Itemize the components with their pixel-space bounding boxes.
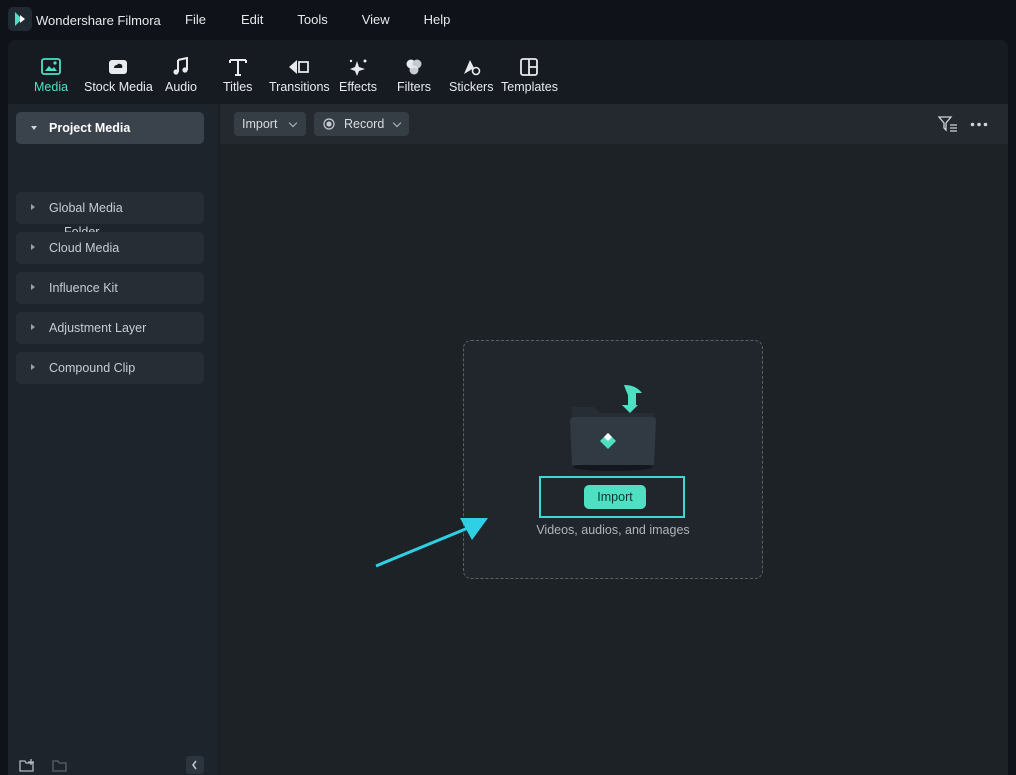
import-dropzone[interactable]: Import Videos, audios, and images: [463, 340, 763, 579]
sidebar: Project Media Folder Global Media Cloud …: [8, 104, 218, 775]
tab-filters[interactable]: Filters: [397, 57, 431, 94]
tab-effects-label: Effects: [339, 80, 377, 94]
app-title: Wondershare Filmora: [36, 13, 161, 28]
chevron-down-icon: [392, 118, 402, 128]
stock-media-icon: [109, 60, 128, 74]
sidebar-item-label: Global Media: [49, 201, 123, 215]
chevron-right-icon: [31, 204, 35, 210]
sparkle-icon: [349, 59, 367, 76]
collapse-sidebar-button[interactable]: [186, 756, 204, 774]
text-t-icon: [228, 59, 247, 76]
tab-templates[interactable]: Templates: [501, 57, 558, 94]
record-dropdown-label: Record: [344, 117, 385, 131]
tab-transitions[interactable]: Transitions: [269, 57, 330, 94]
tab-audio[interactable]: Audio: [165, 57, 197, 94]
main-window: Media Stock Media Audio Titles Transitio…: [8, 40, 1008, 775]
sidebar-item-compound-clip[interactable]: Compound Clip: [16, 352, 204, 384]
menu-tools[interactable]: Tools: [297, 12, 327, 27]
sidebar-item-influence-kit[interactable]: Influence Kit: [16, 272, 204, 304]
sidebar-item-adjustment-layer[interactable]: Adjustment Layer: [16, 312, 204, 344]
tab-audio-label: Audio: [165, 80, 197, 94]
import-button[interactable]: Import: [584, 485, 646, 509]
sidebar-item-label: Cloud Media: [49, 241, 120, 255]
chevron-right-icon: [31, 324, 35, 330]
chevron-left-icon: [192, 760, 197, 770]
new-folder-icon[interactable]: [19, 758, 35, 772]
sidebar-item-project-media[interactable]: Project Media: [16, 112, 204, 144]
transitions-icon: [289, 60, 310, 74]
menu-bar: File Edit Tools View Help: [185, 12, 484, 27]
import-dropdown-button[interactable]: Import: [234, 112, 306, 136]
tab-stock-media[interactable]: Stock Media: [84, 57, 153, 94]
tab-stock-media-label: Stock Media: [84, 80, 153, 94]
record-dropdown-button[interactable]: Record: [314, 112, 409, 136]
music-note-icon: [173, 57, 188, 75]
import-folder-icon: [570, 385, 656, 471]
import-highlight-box: Import: [539, 476, 685, 518]
import-dropdown-label: Import: [242, 117, 278, 131]
chevron-right-icon: [31, 284, 35, 290]
sidebar-item-label: Adjustment Layer: [49, 321, 147, 335]
sidebar-item-cloud-media[interactable]: Cloud Media: [16, 232, 204, 264]
sidebar-item-label: Compound Clip: [49, 361, 136, 375]
chevron-right-icon: [31, 244, 35, 250]
chevron-right-icon: [31, 364, 35, 370]
title-bar: Wondershare Filmora File Edit Tools View…: [0, 0, 1016, 40]
chevron-down-icon: [31, 126, 37, 130]
tab-titles[interactable]: Titles: [223, 57, 252, 94]
more-options-icon[interactable]: [970, 122, 988, 127]
pointer-arrow-icon: [375, 518, 488, 568]
menu-view[interactable]: View: [362, 12, 390, 27]
templates-icon: [520, 58, 539, 76]
tab-stickers[interactable]: Stickers: [449, 57, 493, 94]
media-toolbar: Media Stock Media Audio Titles Transitio…: [8, 40, 1008, 104]
tab-effects[interactable]: Effects: [339, 57, 377, 94]
menu-edit[interactable]: Edit: [241, 12, 263, 27]
import-hint-text: Videos, audios, and images: [536, 523, 690, 537]
record-icon: [323, 118, 335, 130]
sidebar-item-label: Influence Kit: [49, 281, 118, 295]
filmora-logo-icon: [8, 7, 32, 31]
menu-help[interactable]: Help: [424, 12, 451, 27]
stickers-icon: [464, 60, 481, 76]
tab-stickers-label: Stickers: [449, 80, 494, 94]
media-icon: [41, 58, 61, 75]
tab-media[interactable]: Media: [34, 57, 68, 94]
tab-templates-label: Templates: [501, 80, 558, 94]
chevron-down-icon: [288, 118, 298, 128]
tab-titles-label: Titles: [223, 80, 253, 94]
filters-icon: [406, 59, 422, 75]
media-subbar: Import Record: [220, 104, 1008, 144]
menu-file[interactable]: File: [185, 12, 206, 27]
filter-icon[interactable]: [938, 116, 958, 132]
tab-media-label: Media: [34, 80, 69, 94]
sidebar-item-label: Project Media: [49, 121, 131, 135]
tab-transitions-label: Transitions: [269, 80, 330, 94]
tab-filters-label: Filters: [397, 80, 432, 94]
remove-folder-icon[interactable]: [52, 758, 68, 772]
media-library-panel: Import Record Import Videos, audios, and…: [220, 104, 1008, 775]
sidebar-item-global-media[interactable]: Global Media: [16, 192, 204, 224]
